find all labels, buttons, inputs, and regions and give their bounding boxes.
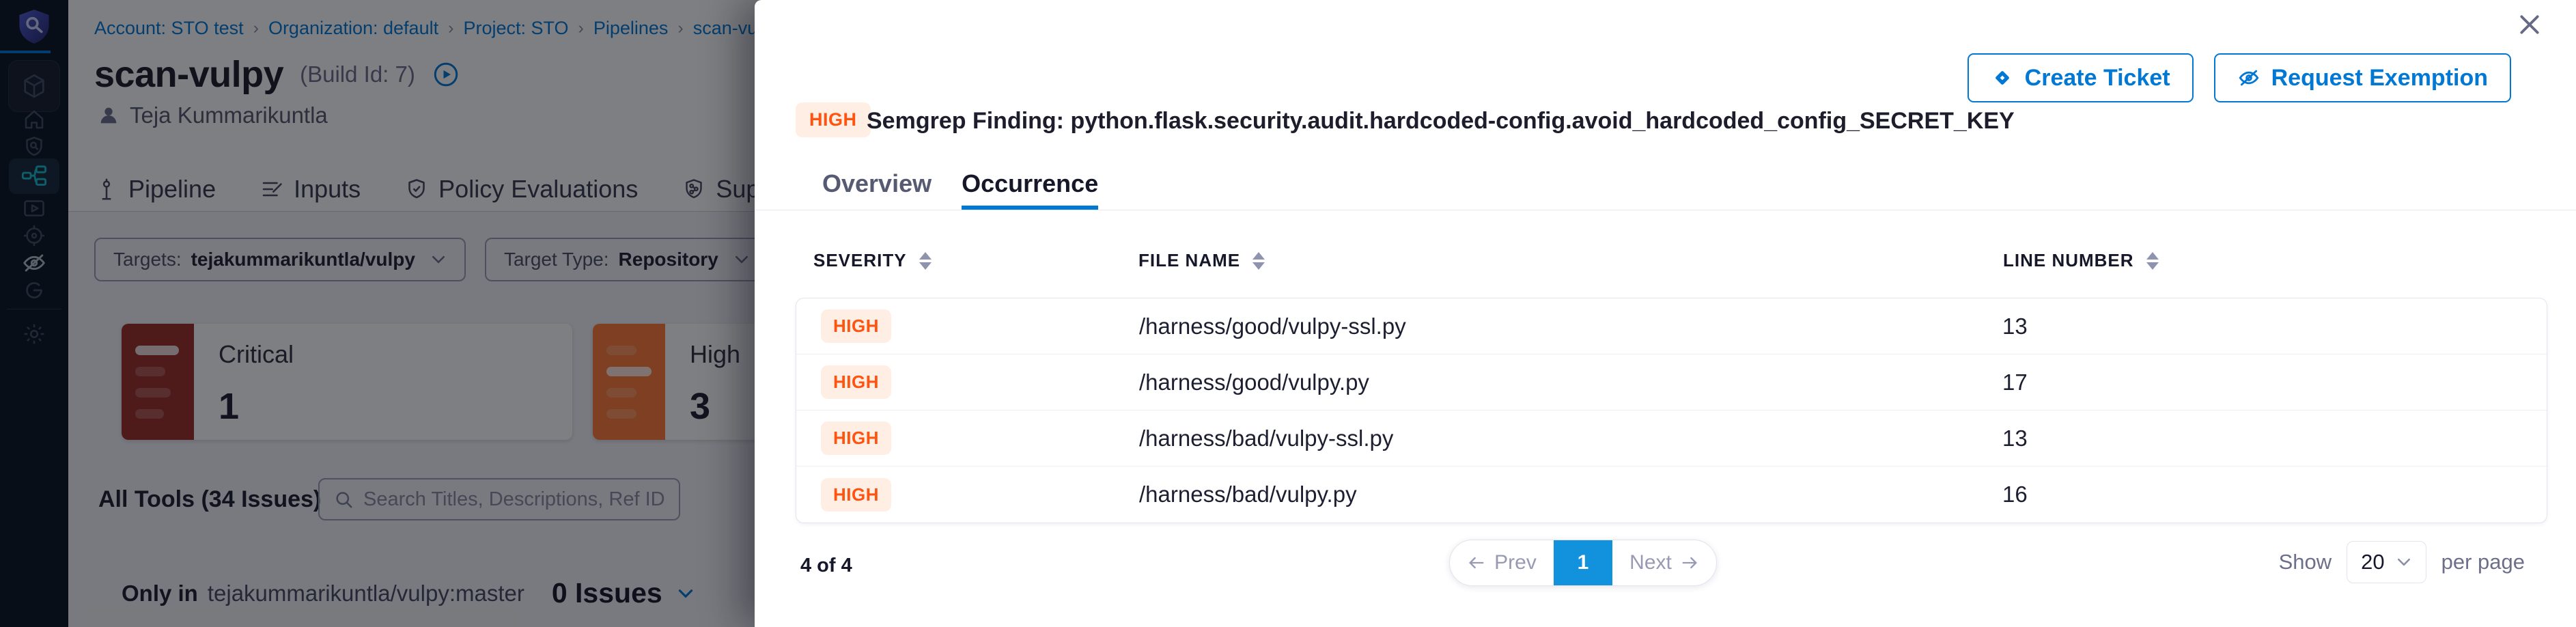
button-label: Create Ticket [2025,65,2170,92]
line-number-cell: 13 [2002,314,2547,339]
column-header-file-name[interactable]: File Name [1138,250,2003,271]
page-number-button[interactable]: 1 [1554,540,1612,585]
severity-badge: HIGH [821,421,891,455]
show-label: Show [2279,550,2332,574]
occurrence-table-header: Severity File Name Line Number [796,250,2547,271]
file-name-cell: /harness/good/vulpy-ssl.py [1139,314,2002,339]
screen: Account: STO test › Organization: defaul… [0,0,2576,627]
create-ticket-button[interactable]: Create Ticket [1968,53,2194,102]
column-label: Line Number [2003,250,2134,271]
drawer-actions: Create Ticket Request Exemption [1968,53,2511,102]
arrow-right-icon [1680,555,1699,571]
page-size-value: 20 [2361,550,2384,574]
request-exemption-button[interactable]: Request Exemption [2214,53,2511,102]
finding-details-drawer: Create Ticket Request Exemption HIGH Sem… [755,0,2576,627]
severity-badge: HIGH [821,478,891,512]
prev-page-button[interactable]: Prev [1450,540,1554,585]
tab-overview[interactable]: Overview [822,169,932,210]
file-name-cell: /harness/good/vulpy.py [1139,370,2002,395]
close-icon[interactable] [2516,11,2543,38]
sort-icon[interactable] [2146,252,2159,270]
column-header-line-number[interactable]: Line Number [2003,250,2547,271]
finding-tabs: Overview Occurrence [755,169,2576,210]
sort-icon[interactable] [1252,252,1265,270]
sort-icon[interactable] [919,252,932,270]
tab-occurrence[interactable]: Occurrence [962,169,1098,210]
severity-badge: HIGH [821,365,891,399]
column-label: Severity [813,250,907,271]
line-number-cell: 16 [2002,482,2547,507]
next-page-button[interactable]: Next [1612,540,1716,585]
table-row: HIGH /harness/bad/vulpy-ssl.py 13 [796,410,2547,466]
jira-diamond-icon [1991,66,2014,89]
severity-badge: HIGH [821,309,891,343]
severity-badge: HIGH [796,102,871,137]
per-page-label: per page [2441,550,2525,574]
occurrence-table: HIGH /harness/good/vulpy-ssl.py 13 HIGH … [796,298,2547,523]
page-size-select[interactable]: 20 [2347,541,2426,583]
pagination-summary: 4 of 4 [800,555,852,577]
button-label: Prev [1494,551,1537,574]
table-row: HIGH /harness/good/vulpy-ssl.py 13 [796,298,2547,354]
table-row: HIGH /harness/bad/vulpy.py 16 [796,466,2547,522]
pagination-control: Prev 1 Next [1449,540,1717,586]
line-number-cell: 13 [2002,426,2547,451]
line-number-cell: 17 [2002,370,2547,395]
chevron-down-icon [2396,556,2412,568]
column-label: File Name [1138,250,1240,271]
table-row: HIGH /harness/good/vulpy.py 17 [796,354,2547,410]
file-name-cell: /harness/bad/vulpy-ssl.py [1139,426,2002,451]
page-size-control: Show 20 per page [2279,541,2525,583]
button-label: Next [1629,551,1672,574]
button-label: Request Exemption [2271,65,2488,92]
arrow-left-icon [1467,555,1486,571]
finding-title: Semgrep Finding: python.flask.security.a… [867,108,2472,135]
file-name-cell: /harness/bad/vulpy.py [1139,482,2002,507]
eye-slash-icon [2237,66,2260,89]
column-header-severity[interactable]: Severity [796,250,1138,271]
